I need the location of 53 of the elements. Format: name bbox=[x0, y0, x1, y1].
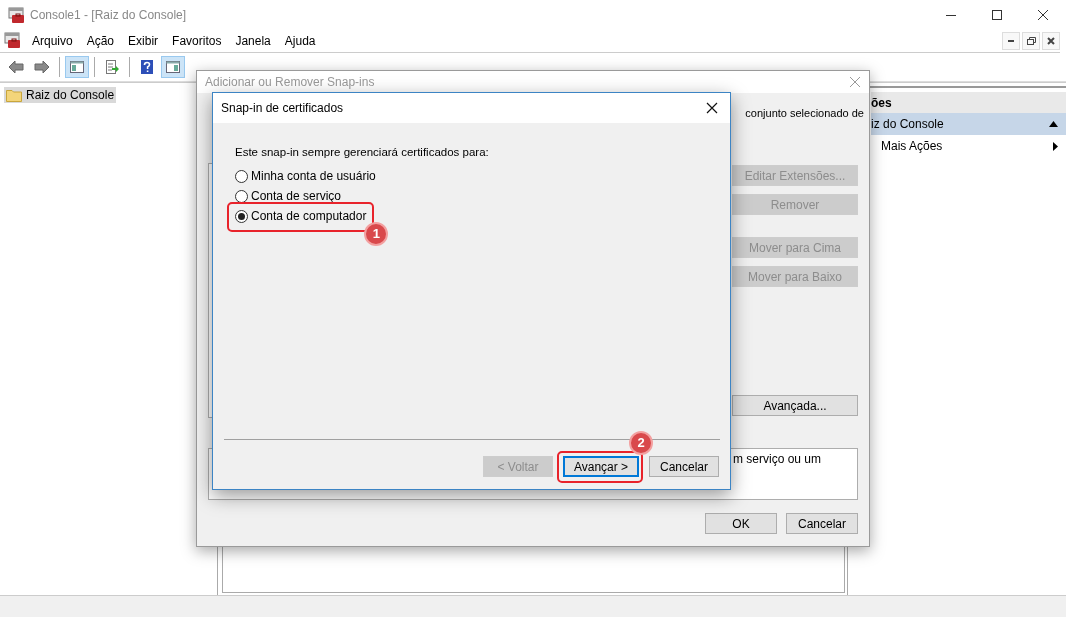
dialog-button[interactable]: Cancelar bbox=[786, 513, 858, 534]
action-item[interactable]: Mais Ações bbox=[871, 135, 1066, 157]
radio-button[interactable] bbox=[235, 169, 248, 183]
action-item[interactable]: iz do Console bbox=[871, 113, 1066, 135]
forward-arrow-icon bbox=[34, 59, 50, 75]
close-icon bbox=[1037, 9, 1049, 21]
close-icon bbox=[706, 102, 718, 114]
radio-label[interactable]: Minha conta de usuário bbox=[251, 169, 376, 183]
radio-button[interactable] bbox=[235, 209, 248, 223]
radio-label[interactable]: Conta de serviço bbox=[251, 189, 342, 203]
close-icon bbox=[1046, 36, 1056, 46]
close-button[interactable] bbox=[1042, 32, 1060, 50]
dialog-button[interactable]: Avançada... bbox=[732, 395, 858, 416]
maximize-icon bbox=[991, 9, 1003, 21]
dialog-title: Snap-in de certificados bbox=[221, 101, 345, 115]
menu-item[interactable]: Arquivo bbox=[26, 30, 81, 52]
back-arrow-icon bbox=[8, 59, 24, 75]
window-title: Console1 - [Raiz do Console] bbox=[30, 8, 188, 22]
pane-header: ões bbox=[871, 92, 1066, 113]
minimize-button[interactable] bbox=[1002, 32, 1020, 50]
dialog-button[interactable]: Avançar > bbox=[563, 456, 639, 477]
pane-icon bbox=[69, 59, 85, 75]
prompt-text: Este snap-in sempre gerenciará certificados para: bbox=[235, 146, 490, 158]
restore-button[interactable] bbox=[1022, 32, 1040, 50]
dialog-button[interactable]: OK bbox=[705, 513, 777, 534]
document-arrow-icon bbox=[104, 59, 120, 75]
radio-button[interactable] bbox=[235, 189, 248, 203]
close-icon bbox=[849, 76, 861, 88]
step-badge: 1 bbox=[364, 222, 389, 246]
menu-item[interactable]: Ajuda bbox=[278, 30, 324, 52]
menu-item[interactable]: Janela bbox=[229, 30, 279, 52]
close-button[interactable] bbox=[706, 101, 720, 115]
menu-item[interactable]: Favoritos bbox=[166, 30, 230, 52]
minimize-icon bbox=[1008, 40, 1014, 42]
instruction-text: conjunto selecionado de bbox=[745, 107, 864, 121]
dialog-button[interactable]: Cancelar bbox=[649, 456, 719, 477]
tree-item[interactable]: Raiz do Console bbox=[4, 87, 117, 103]
toolbar-button[interactable] bbox=[65, 56, 89, 78]
help-icon bbox=[139, 59, 155, 75]
folder-icon bbox=[6, 88, 22, 102]
collapse-triangle-icon bbox=[1049, 121, 1058, 127]
radio-label[interactable]: Conta de computador bbox=[251, 209, 367, 223]
dialog-title: Adicionar ou Remover Snap-ins bbox=[205, 75, 376, 89]
submenu-triangle-icon bbox=[1053, 141, 1058, 151]
menu-item[interactable]: Exibir bbox=[122, 30, 167, 52]
minimize-icon bbox=[946, 14, 956, 16]
toolbar-button[interactable] bbox=[161, 56, 185, 78]
restore-icon bbox=[1026, 36, 1036, 46]
app-icon bbox=[4, 32, 22, 50]
app-icon bbox=[8, 7, 24, 23]
pane-icon bbox=[165, 59, 181, 75]
menu-item[interactable]: Ação bbox=[80, 30, 123, 52]
step-badge: 2 bbox=[629, 431, 653, 455]
